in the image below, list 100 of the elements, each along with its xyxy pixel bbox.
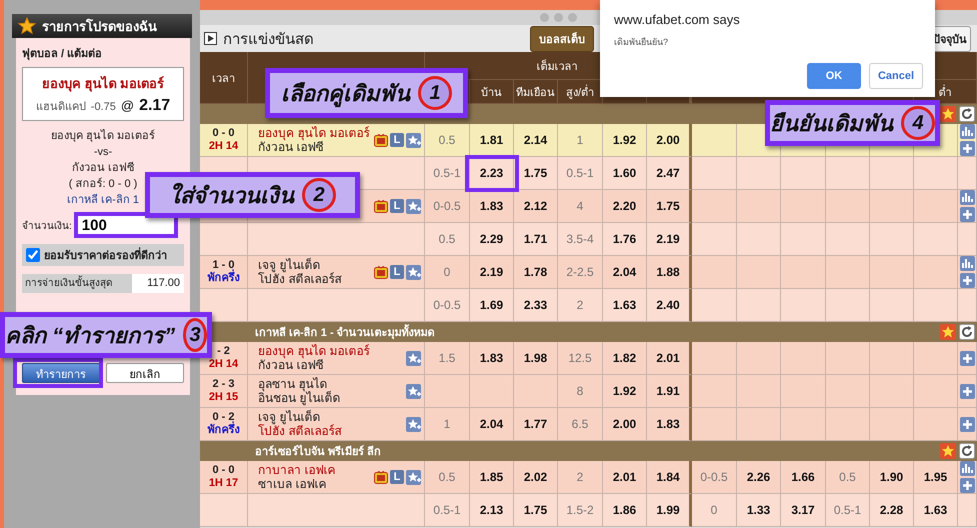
team-name[interactable]: อุลซาน ฮุนได: [258, 377, 340, 391]
step-text: ใส่จำนวนเงิน: [169, 182, 294, 210]
live-badge[interactable]: L: [390, 133, 404, 147]
payout-label: การจ่ายเงินขั้นสูงสุด: [22, 274, 132, 293]
league-name: เกาหลี เค-ลิก 1 - จำนวนเตะมุมทั้งหมด: [255, 323, 435, 341]
step-number: 4: [901, 106, 935, 140]
step-number: 2: [302, 178, 336, 212]
match-period: 2H 15: [208, 391, 238, 404]
star-plus-icon[interactable]: [406, 264, 421, 280]
star-icon[interactable]: [940, 443, 956, 459]
parlay-button[interactable]: บอลสเต็บ: [530, 26, 594, 52]
window-title: การแข่งขันสด: [223, 30, 314, 50]
odds-value[interactable]: 1.86: [603, 494, 647, 527]
star-icon: [18, 17, 36, 35]
bar-chart-icon[interactable]: [960, 256, 974, 271]
plus-icon[interactable]: [960, 273, 974, 288]
market-label: แฮนดิแคป: [36, 100, 86, 115]
refresh-icon[interactable]: [959, 324, 975, 340]
handicap-line: 0.5-1: [425, 494, 470, 527]
match-score: 0 - 0: [212, 464, 234, 477]
live-badge[interactable]: L: [390, 470, 404, 484]
odds-value[interactable]: 1.75: [514, 494, 558, 527]
team-name[interactable]: อินชอน ยูไนเต็ด: [258, 391, 340, 405]
match-period: 2H 14: [208, 140, 238, 153]
match-info: -vs-: [94, 145, 112, 160]
match-period: 1H 17: [208, 477, 238, 490]
team-name[interactable]: กังวอน เอฟซี: [258, 140, 370, 154]
odds-value[interactable]: 3.17: [781, 494, 826, 527]
pick-team: ยองบุค ฮุนได มอเตอร์: [40, 74, 166, 94]
league-name: อาร์เซอร์ไบจัน พรีเมียร์ ลีก: [255, 444, 382, 460]
handicap-line: 0.5-1: [826, 494, 870, 527]
window-dot-icon: [568, 13, 577, 22]
match-period: 2H 14: [208, 358, 238, 371]
cancel-button[interactable]: Cancel: [869, 63, 923, 89]
match-score: 0 - 0: [212, 127, 234, 140]
team-name[interactable]: ยองบุค ฮุนได มอเตอร์: [258, 126, 370, 140]
plus-icon[interactable]: [960, 384, 974, 398]
tv-icon[interactable]: [374, 470, 388, 484]
team-name[interactable]: กาบาลา เอฟเค: [258, 463, 336, 477]
team-name[interactable]: ยองบุค ฮุนได มอเตอร์: [258, 344, 370, 358]
match-info: ( สกอร์: 0 - 0 ): [68, 177, 138, 192]
star-plus-icon[interactable]: [406, 416, 421, 432]
step-text: ยืนยันเดิมพัน: [770, 110, 893, 138]
team-name[interactable]: ซาเบล เอฟเค: [258, 477, 336, 491]
favorites-title: รายการโปรดของฉัน: [42, 18, 157, 36]
cancel-button[interactable]: ยกเลิก: [106, 363, 184, 383]
star-plus-icon[interactable]: [406, 350, 421, 366]
plus-icon[interactable]: [960, 416, 974, 432]
sport-label: ฟุตบอล / แต้มต่อ: [22, 48, 102, 60]
refresh-icon[interactable]: [959, 443, 975, 459]
window-dot-icon: [554, 13, 563, 22]
star-plus-icon[interactable]: [406, 384, 421, 398]
tv-icon[interactable]: [374, 134, 388, 146]
star-icon[interactable]: [940, 324, 956, 340]
match-info: ยองบุค ฮุนได มอเตอร์: [50, 129, 156, 144]
match-score: 2 - 3: [212, 378, 234, 391]
pick-odds: 2.17: [139, 97, 170, 115]
accept-checkbox[interactable]: [26, 248, 40, 262]
odds-value[interactable]: 1.81: [470, 124, 514, 157]
amount-field[interactable]: 100: [74, 212, 178, 238]
tv-icon[interactable]: [374, 266, 388, 278]
star-plus-icon[interactable]: [406, 198, 421, 214]
handicap-line: 1.5-2: [558, 494, 603, 527]
league-name: เกาหลี เค-ลิก 1: [67, 193, 139, 208]
star-icon[interactable]: [940, 106, 956, 122]
bar-chart-icon[interactable]: [960, 124, 974, 139]
team-name[interactable]: โปฮัง สตีลเลอร์ส: [258, 272, 342, 286]
star-plus-icon[interactable]: [406, 132, 421, 148]
at-sign: @: [120, 98, 134, 113]
refresh-icon[interactable]: [959, 106, 975, 122]
plus-icon[interactable]: [960, 350, 974, 366]
team-name[interactable]: เจจู ยูไนเต็ด: [258, 410, 342, 424]
plus-icon[interactable]: [960, 141, 974, 156]
odds-value[interactable]: 1.99: [647, 494, 692, 527]
odds-value[interactable]: 2.23: [470, 157, 514, 190]
play-icon[interactable]: [204, 32, 217, 45]
handicap-line: -0.75: [90, 101, 116, 113]
odds-value[interactable]: 1.33: [737, 494, 781, 527]
odds-value[interactable]: 1.63: [914, 494, 958, 527]
bar-chart-icon[interactable]: [960, 461, 974, 476]
submit-button[interactable]: ทำรายการ: [22, 363, 100, 383]
bar-chart-icon[interactable]: [960, 190, 974, 205]
star-plus-icon[interactable]: [406, 470, 421, 484]
step-number: 1: [418, 76, 452, 110]
step-text: คลิก “ทำรายการ”: [5, 322, 176, 350]
plus-icon[interactable]: [960, 478, 974, 493]
dialog-message: เดิมพันยืนยัน?: [614, 36, 670, 49]
payout-value: 117.00: [132, 274, 184, 293]
live-badge[interactable]: L: [390, 199, 404, 213]
plus-icon[interactable]: [960, 207, 974, 222]
odds-value[interactable]: 2.28: [870, 494, 914, 527]
team-name[interactable]: โปฮัง สตีลเลอร์ส: [258, 424, 342, 438]
match-score: - 2: [217, 345, 230, 358]
tv-icon[interactable]: [374, 200, 388, 212]
live-badge[interactable]: L: [390, 265, 404, 279]
step-text: เลือกคู่เดิมพัน: [281, 80, 410, 110]
match-score: 1 - 0: [212, 259, 234, 271]
odds-value[interactable]: 2.13: [470, 494, 514, 527]
team-name[interactable]: กังวอน เอฟซี: [258, 358, 370, 372]
team-name[interactable]: เจจู ยูไนเต็ด: [258, 258, 342, 272]
